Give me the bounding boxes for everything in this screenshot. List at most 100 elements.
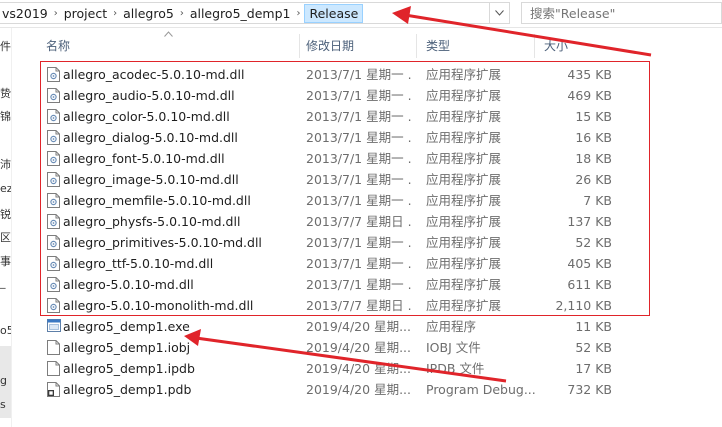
file-type: 应用程序扩展 <box>426 151 502 166</box>
breadcrumb[interactable]: vs2019 › project › allegro5 › allegro5_d… <box>0 2 490 24</box>
file-modified-date: 2013/7/1 星期一 ... <box>306 151 412 166</box>
file-modified-date: 2013/7/1 星期一 ... <box>306 193 412 208</box>
file-name: allegro5_demp1.iobj <box>63 340 191 355</box>
blank-file-icon <box>47 340 60 355</box>
file-name: allegro_font-5.0.10-md.dll <box>63 151 225 166</box>
file-size: 52 KB <box>575 340 612 355</box>
file-row[interactable]: allegro_ttf-5.0.10-md.dll 2013/7/1 星期一 ..… <box>12 253 722 274</box>
nav-item[interactable]: 件 <box>0 38 11 54</box>
dll-file-icon <box>47 88 60 103</box>
file-type: 应用程序扩展 <box>426 67 502 82</box>
column-header-name[interactable]: 名称 <box>46 28 296 60</box>
file-size: 405 KB <box>567 256 612 271</box>
file-row[interactable]: allegro5_demp1.ipdb 2019/4/20 星期... IPDB 文… <box>12 358 722 379</box>
file-modified-date: 2013/7/1 星期一 ... <box>306 277 412 292</box>
file-name: allegro_audio-5.0.10-md.dll <box>63 88 235 103</box>
file-modified-date: 2013/7/1 星期一 ... <box>306 235 412 250</box>
file-name: allegro_image-5.0.10-md.dll <box>63 172 239 187</box>
file-name: allegro5_demp1.ipdb <box>63 361 195 376</box>
dll-file-icon <box>47 256 60 271</box>
file-row[interactable]: allegro5_demp1.iobj 2019/4/20 星期... IOBJ 文… <box>12 337 722 358</box>
nav-item[interactable]: 锦 <box>0 108 11 124</box>
file-row[interactable]: allegro-5.0.10-monolith-md.dll 2013/7/7 星… <box>12 295 722 316</box>
breadcrumb-item-release[interactable]: Release <box>304 3 364 23</box>
navigation-pane[interactable]: 件 贽 锦 沛 ez 锐 区 事 _ o5 g s <box>0 28 11 427</box>
file-type: 应用程序扩展 <box>426 109 502 124</box>
file-row[interactable]: allegro5_demp1.exe 2019/4/20 星期... 应用程序 11 … <box>12 316 722 337</box>
blank-file-icon <box>47 361 60 376</box>
file-type: 应用程序扩展 <box>426 298 502 313</box>
breadcrumb-separator[interactable]: › <box>110 8 120 19</box>
breadcrumb-item-project[interactable]: project <box>61 6 110 21</box>
file-row[interactable]: allegro-5.0.10-md.dll 2013/7/1 星期一 ... 应用程… <box>12 274 722 295</box>
file-row[interactable]: allegro_memfile-5.0.10-md.dll 2013/7/1 星期… <box>12 190 722 211</box>
file-size: 15 KB <box>575 109 612 124</box>
nav-item[interactable]: ez <box>0 182 11 195</box>
breadcrumb-separator[interactable]: › <box>51 8 61 19</box>
file-row[interactable]: allegro_acodec-5.0.10-md.dll 2013/7/1 星期一… <box>12 64 722 85</box>
file-name: allegro_physfs-5.0.10-md.dll <box>63 214 241 229</box>
file-modified-date: 2013/7/1 星期一 ... <box>306 172 412 187</box>
file-size: 469 KB <box>567 88 612 103</box>
breadcrumb-item-allegro5[interactable]: allegro5 <box>120 6 177 21</box>
dll-file-icon <box>47 172 60 187</box>
file-row[interactable]: allegro_primitives-5.0.10-md.dll 2013/7/1… <box>12 232 722 253</box>
dll-file-icon <box>47 277 60 292</box>
file-type: 应用程序扩展 <box>426 277 502 292</box>
file-modified-date: 2013/7/7 星期日 ... <box>306 214 412 229</box>
nav-item[interactable]: 锐 <box>0 206 11 222</box>
file-modified-date: 2019/4/20 星期... <box>306 319 411 334</box>
column-header-size[interactable]: 大小 <box>544 28 614 60</box>
file-row[interactable]: allegro_color-5.0.10-md.dll 2013/7/1 星期一 … <box>12 106 722 127</box>
column-divider[interactable] <box>416 34 417 58</box>
file-modified-date: 2019/4/20 星期... <box>306 340 411 355</box>
dll-file-icon <box>47 151 60 166</box>
file-type: 应用程序扩展 <box>426 256 502 271</box>
file-size: 611 KB <box>567 277 612 292</box>
nav-item[interactable]: 沛 <box>0 156 11 172</box>
file-row[interactable]: allegro_font-5.0.10-md.dll 2013/7/1 星期一 .… <box>12 148 722 169</box>
nav-item[interactable]: s <box>0 398 11 411</box>
nav-item[interactable]: 区 <box>0 229 11 245</box>
search-box[interactable] <box>521 2 722 24</box>
file-size: 16 KB <box>575 130 612 145</box>
file-size: 17 KB <box>575 361 612 376</box>
address-bar: vs2019 › project › allegro5 › allegro5_d… <box>0 0 722 28</box>
column-header-type[interactable]: 类型 <box>426 28 536 60</box>
nav-item[interactable]: 事 <box>0 253 11 269</box>
file-name: allegro5_demp1.exe <box>63 319 190 334</box>
file-name: allegro_ttf-5.0.10-md.dll <box>63 256 214 271</box>
nav-item[interactable]: g <box>0 374 11 387</box>
breadcrumb-separator[interactable]: › <box>293 8 303 19</box>
chevron-down-icon <box>495 10 504 16</box>
file-name: allegro-5.0.10-monolith-md.dll <box>63 298 254 313</box>
file-name: allegro-5.0.10-md.dll <box>63 277 194 292</box>
dll-file-icon <box>47 67 60 82</box>
dll-file-icon <box>47 130 60 145</box>
file-row[interactable]: allegro5_demp1.pdb 2019/4/20 星期... Program… <box>12 379 722 400</box>
file-row[interactable]: allegro_dialog-5.0.10-md.dll 2013/7/1 星期一… <box>12 127 722 148</box>
column-header-date[interactable]: 修改日期 <box>306 28 416 60</box>
nav-item[interactable]: 贽 <box>0 85 11 101</box>
file-name: allegro_dialog-5.0.10-md.dll <box>63 130 238 145</box>
file-modified-date: 2013/7/1 星期一 ... <box>306 67 412 82</box>
breadcrumb-item-vs2019[interactable]: vs2019 <box>0 6 51 21</box>
file-modified-date: 2013/7/7 星期日 ... <box>306 298 412 313</box>
file-row[interactable]: allegro_audio-5.0.10-md.dll 2013/7/1 星期一 … <box>12 85 722 106</box>
file-size: 137 KB <box>567 214 612 229</box>
file-type: 应用程序 <box>426 319 477 334</box>
nav-item[interactable]: o5 <box>0 324 11 337</box>
search-input[interactable] <box>530 5 710 21</box>
file-size: 7 KB <box>583 193 612 208</box>
breadcrumb-separator[interactable]: › <box>177 8 187 19</box>
nav-item[interactable]: _ <box>0 276 11 289</box>
file-size: 435 KB <box>567 67 612 82</box>
column-header: 名称 修改日期 类型 大小 <box>12 28 722 60</box>
column-divider[interactable] <box>299 34 300 58</box>
address-dropdown-button[interactable] <box>490 2 510 24</box>
column-divider[interactable] <box>534 34 535 58</box>
file-row[interactable]: allegro_image-5.0.10-md.dll 2013/7/1 星期一 … <box>12 169 722 190</box>
breadcrumb-item-allegro5-demp1[interactable]: allegro5_demp1 <box>187 6 294 21</box>
file-size: 732 KB <box>567 382 612 397</box>
file-row[interactable]: allegro_physfs-5.0.10-md.dll 2013/7/7 星期日… <box>12 211 722 232</box>
